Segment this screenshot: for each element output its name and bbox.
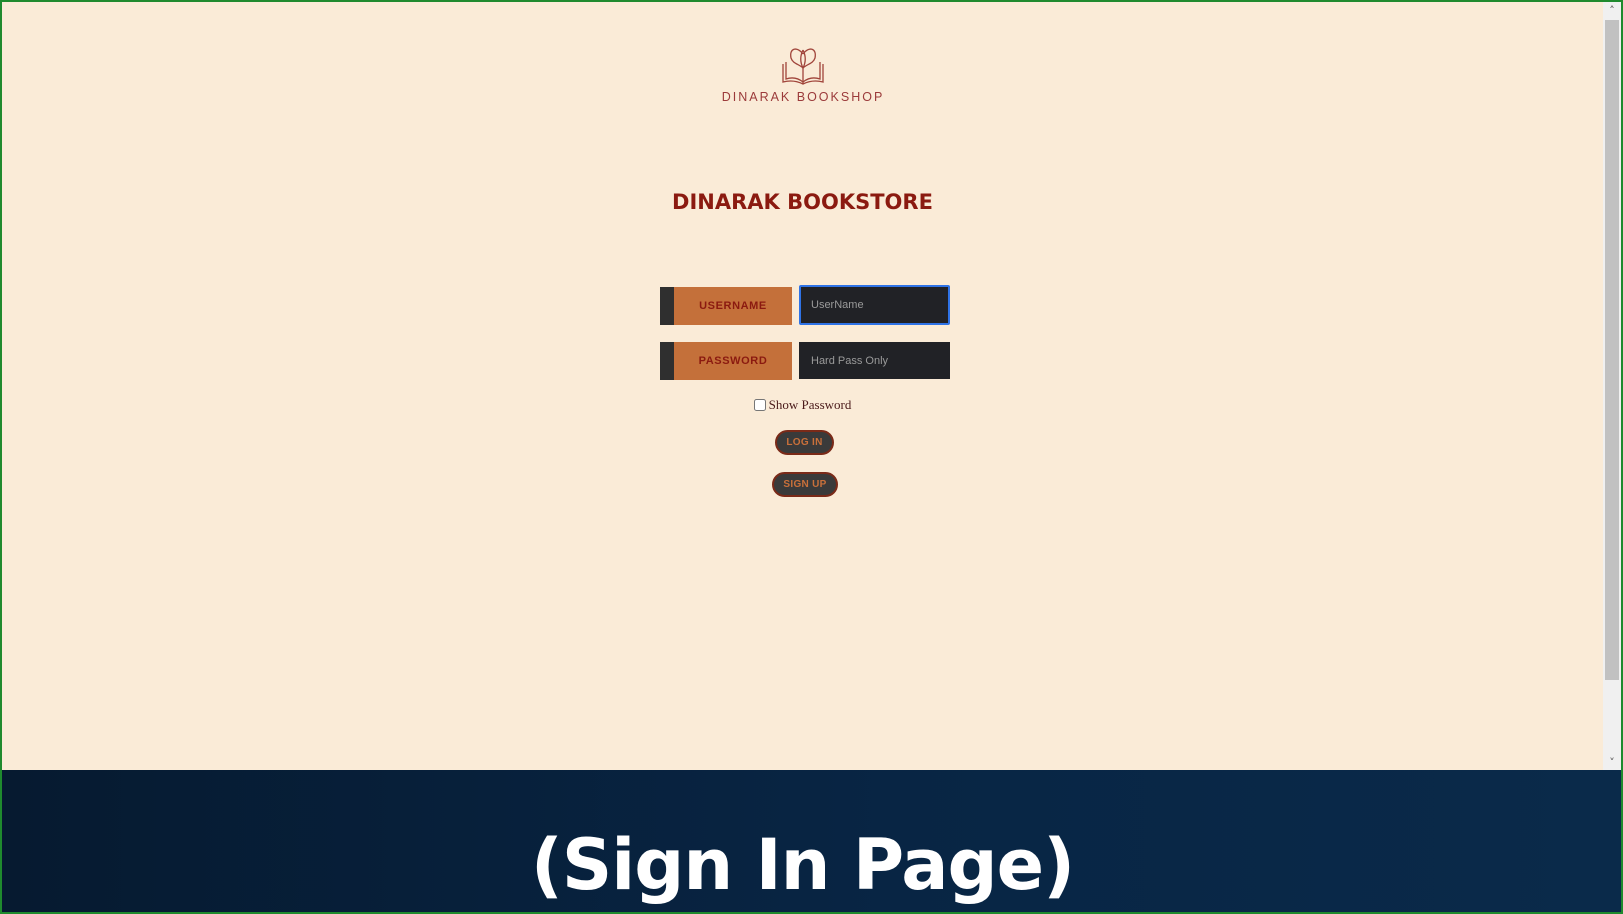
username-input[interactable] — [799, 285, 950, 325]
page-title: DINARAK BOOKSTORE — [672, 190, 933, 214]
logo-text: DINARAK BOOKSHOP — [721, 90, 885, 104]
show-password-toggle[interactable]: Show Password — [2, 397, 1603, 413]
scroll-down-arrow-icon[interactable]: ˅ — [1603, 754, 1621, 770]
screenshot-frame: DINARAK BOOKSHOP DINARAK BOOKSTORE USERN… — [0, 0, 1623, 914]
username-row: USERNAME — [660, 285, 950, 325]
bookshop-logo: DINARAK BOOKSHOP — [712, 42, 894, 112]
scrollbar-thumb[interactable] — [1605, 20, 1619, 680]
password-row: PASSWORD — [660, 340, 950, 380]
login-button[interactable]: LOG IN — [775, 430, 834, 455]
vertical-scrollbar[interactable]: ˄ ˅ — [1603, 2, 1621, 770]
open-book-tree-icon — [782, 48, 824, 85]
show-password-label: Show Password — [768, 397, 852, 412]
username-label: USERNAME — [660, 287, 792, 325]
browser-viewport: DINARAK BOOKSHOP DINARAK BOOKSTORE USERN… — [2, 2, 1603, 770]
show-password-checkbox[interactable] — [753, 399, 766, 411]
scroll-up-arrow-icon[interactable]: ˄ — [1603, 2, 1621, 18]
password-label: PASSWORD — [660, 342, 792, 380]
caption-text: (Sign In Page) — [530, 824, 1075, 906]
password-input[interactable] — [799, 342, 950, 379]
signup-button[interactable]: SIGN UP — [772, 472, 838, 497]
